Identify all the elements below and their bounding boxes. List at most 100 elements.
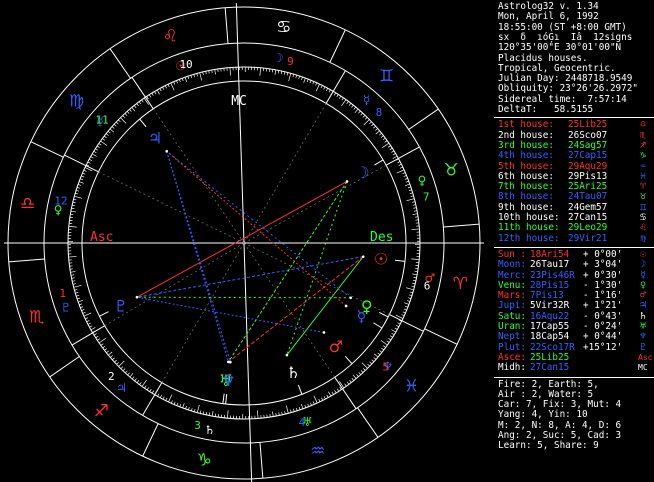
planet-row[interactable]: Moon: 26Tau17 + 3°04' ☽ xyxy=(498,259,652,270)
degree-tick xyxy=(82,311,86,314)
header-line: DeltaT: 58.5155 xyxy=(498,104,594,115)
degree-tick xyxy=(306,79,309,83)
degree-tick xyxy=(74,289,78,291)
degree-tick xyxy=(290,409,292,413)
planet-row[interactable]: Midh: 27Can15 MC xyxy=(498,362,652,373)
degree-tick xyxy=(202,411,205,415)
degree-tick xyxy=(102,345,106,349)
degree-tick xyxy=(167,84,170,88)
degree-tick xyxy=(358,110,361,114)
chart-wheel[interactable]: ♈♂♉♀♊☿♋☽♌☉♍☿♎ ♀♏♇♐♃♑♄♒♅♓♆ 123 456789101112… xyxy=(0,0,492,482)
degree-tick xyxy=(105,133,109,136)
degree-tick xyxy=(407,300,411,302)
degree-tick xyxy=(89,325,93,328)
degree-tick xyxy=(391,329,396,333)
sign-divider xyxy=(142,423,159,457)
aspect-line xyxy=(286,256,364,356)
degree-tick xyxy=(70,271,76,273)
house-number: 12 xyxy=(54,195,67,208)
degree-tick xyxy=(323,86,326,90)
house-number: 2 xyxy=(108,370,115,383)
degree-tick xyxy=(214,69,216,75)
degree-tick xyxy=(363,368,366,371)
degree-tick xyxy=(72,204,76,207)
house-number: 1 xyxy=(59,287,66,300)
cusp-dotted-line xyxy=(243,242,336,378)
separator xyxy=(494,376,654,378)
degree-tick xyxy=(79,303,83,306)
house-row[interactable]: 11th house: 29Leo29 ♌ xyxy=(498,222,652,233)
degree-tick xyxy=(173,81,176,85)
degree-tick xyxy=(87,322,91,325)
ruler-icon: ♃ xyxy=(116,381,127,395)
degree-tick xyxy=(229,67,231,76)
separator xyxy=(494,246,654,248)
planet-dot xyxy=(349,296,353,300)
degree-tick xyxy=(392,153,396,156)
degree-tick xyxy=(344,383,347,387)
house-row[interactable]: 1st house: 25Lib25 ♎ xyxy=(498,119,652,130)
degree-tick xyxy=(411,258,420,260)
degree-tick xyxy=(286,72,289,76)
degree-tick xyxy=(144,385,147,389)
planet-icon: ♃ xyxy=(148,128,162,147)
house-row[interactable]: 5th house: 29Aqu29 ♒ xyxy=(498,161,652,172)
sign-divider xyxy=(109,48,131,79)
degree-tick xyxy=(351,104,354,108)
degree-tick xyxy=(90,327,96,331)
degree-tick xyxy=(326,88,329,92)
house-label: 4th house: xyxy=(498,150,554,162)
degree-tick xyxy=(133,105,137,108)
degree-tick xyxy=(156,89,160,95)
house-row[interactable]: 8th house: 24Tau07 ♉ xyxy=(498,192,652,203)
degree-tick xyxy=(312,401,315,405)
degree-tick xyxy=(382,142,390,148)
degree-tick xyxy=(364,117,368,120)
sign-divider xyxy=(408,108,439,130)
degree-tick xyxy=(328,89,331,93)
planet-row[interactable]: Jupi: 5Vir32R + 1°21' ♃ xyxy=(498,301,652,312)
degree-tick xyxy=(399,166,403,169)
degree-tick xyxy=(182,403,185,409)
degree-tick xyxy=(93,150,97,154)
angle-line xyxy=(243,242,253,482)
degree-tick xyxy=(85,317,89,320)
degree-tick xyxy=(193,408,196,412)
planet-row[interactable]: Merc: 23Pis46R + 0°30' ☿ xyxy=(498,270,652,281)
degree-tick xyxy=(336,94,339,98)
degree-tick xyxy=(149,388,152,392)
degree-tick xyxy=(159,394,162,398)
planet-tick xyxy=(99,311,109,317)
degree-tick xyxy=(277,70,280,74)
degree-tick xyxy=(412,201,416,203)
degree-tick xyxy=(356,374,359,377)
house-position: 27Cap15 xyxy=(568,150,608,162)
sign-divider xyxy=(357,407,379,438)
degree-tick xyxy=(205,71,207,75)
degree-tick xyxy=(127,372,130,376)
degree-tick xyxy=(72,283,76,285)
degree-tick xyxy=(131,376,135,380)
house-row[interactable]: 4th house: 27Cap15 ♑ xyxy=(498,150,652,162)
aspect-line xyxy=(286,181,348,356)
planet-tick xyxy=(394,259,406,262)
degree-tick xyxy=(148,94,152,98)
degree-tick xyxy=(341,97,344,101)
degree-tick xyxy=(321,397,324,401)
sign-icon: ♌ xyxy=(163,27,178,47)
degree-tick xyxy=(304,404,307,408)
degree-tick xyxy=(190,407,193,412)
degree-tick xyxy=(208,70,210,74)
degree-tick xyxy=(303,77,306,83)
degree-tick xyxy=(97,338,101,341)
house-row[interactable]: 12th house: 29Vir21 ♍ xyxy=(498,232,652,244)
house-position: 29Vir21 xyxy=(568,232,608,244)
degree-tick xyxy=(190,75,193,79)
degree-tick xyxy=(272,411,274,417)
header-line: 120°35'00"E 30°01'00"N xyxy=(498,42,622,54)
degree-tick xyxy=(349,379,352,383)
degree-tick xyxy=(77,184,81,186)
degree-tick xyxy=(348,103,352,106)
planet-row[interactable]: Nept: 18Cap54 + 0°44' ♆ xyxy=(498,331,652,342)
degree-tick xyxy=(154,91,157,95)
